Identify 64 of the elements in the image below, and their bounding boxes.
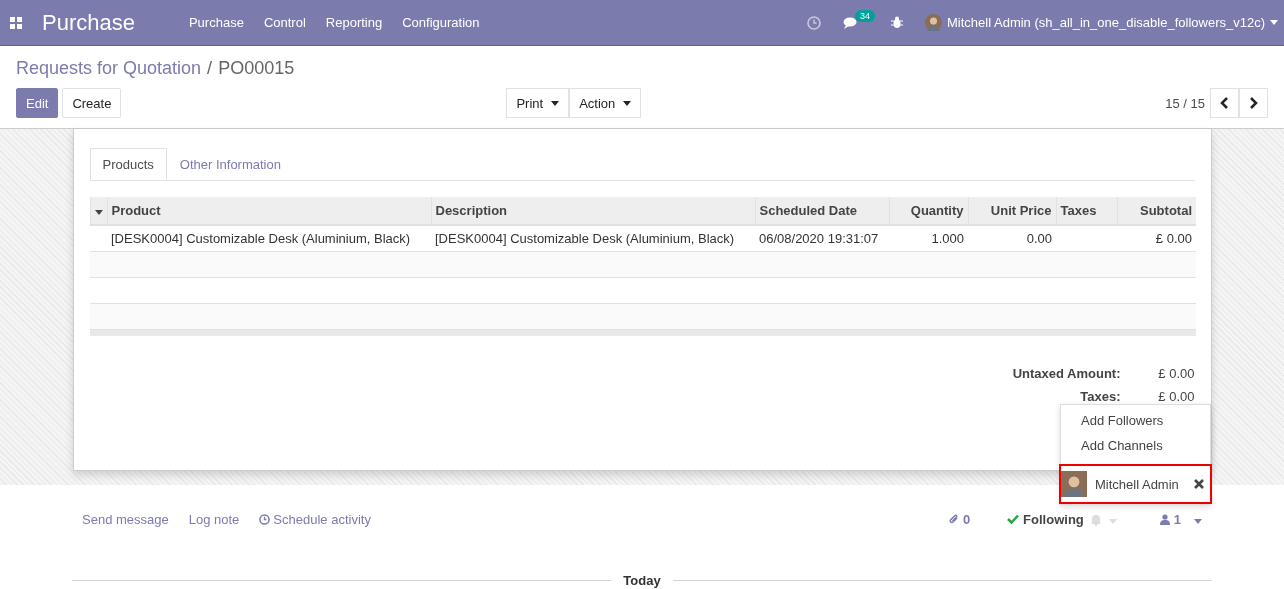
apps-menu-icon[interactable]: [10, 16, 22, 29]
menu-item[interactable]: Purchase: [178, 15, 254, 30]
paperclip-icon: [948, 513, 959, 525]
total-value: £ 0.00: [1157, 366, 1195, 381]
menu-item[interactable]: Reporting: [315, 15, 393, 30]
dropdown-button[interactable]: Action: [569, 88, 642, 118]
table-cell: £ 0.00: [1117, 225, 1196, 251]
dropdown-button[interactable]: Print: [506, 88, 570, 118]
table-cell: [DESK0004] Customizable Desk (Aluminium, Black): [107, 225, 431, 251]
attachments-button[interactable]: 0: [948, 511, 971, 527]
column-header[interactable]: Description: [431, 197, 755, 225]
caret-icon: [1108, 518, 1117, 524]
table-cell: 1.000: [889, 225, 968, 251]
column-header[interactable]: Subtotal: [1117, 197, 1196, 225]
user-menu[interactable]: Mitchell Admin (sh_all_in_one_disable_followers_v12c): [925, 14, 1278, 31]
column-header[interactable]: Taxes: [1056, 197, 1117, 225]
chevron-right-icon: [1249, 97, 1258, 109]
remove-icon[interactable]: [1194, 479, 1204, 489]
menu-item[interactable]: Configuration: [392, 15, 490, 30]
follower-name[interactable]: Mitchell Admin: [1095, 476, 1194, 492]
date-divider: Today: [622, 573, 662, 588]
caret-icon: [94, 210, 103, 215]
chevron-left-icon: [1220, 97, 1229, 109]
pager-value: 15 / 15: [1165, 95, 1205, 111]
bug-icon[interactable]: [891, 16, 904, 29]
column-header[interactable]: Unit Price: [968, 197, 1056, 225]
edit-button[interactable]: Edit: [16, 88, 59, 118]
chatter-link[interactable]: Schedule activity: [259, 511, 371, 527]
next-button[interactable]: [1239, 88, 1268, 118]
column-header[interactable]: Scheduled Date: [755, 197, 889, 225]
breadcrumb-current: PO00015: [218, 58, 295, 79]
column-header[interactable]: Quantity: [889, 197, 968, 225]
caret-icon: [1194, 518, 1202, 524]
create-button[interactable]: Create: [62, 88, 122, 118]
menu-item[interactable]: Add Channels: [1061, 433, 1210, 458]
total-label: Taxes:: [1079, 389, 1121, 404]
previous-button[interactable]: [1210, 88, 1239, 118]
tab[interactable]: Products: [89, 148, 167, 180]
menu-item[interactable]: Add Followers: [1061, 408, 1210, 433]
check-icon: [1007, 514, 1020, 524]
chatter-link[interactable]: Log note: [188, 511, 240, 527]
sort-handle-header[interactable]: [90, 197, 107, 225]
caret-icon: [623, 100, 632, 106]
menu-item[interactable]: Control: [253, 15, 316, 30]
caret-icon: [551, 100, 560, 106]
total-value: £ 0.00: [1157, 389, 1195, 404]
column-header[interactable]: Product: [107, 197, 431, 225]
table-cell: 06/08/2020 19:31:07: [755, 225, 889, 251]
followers-button[interactable]: 1: [1159, 511, 1181, 527]
person-icon: [1159, 513, 1170, 525]
total-label: Untaxed Amount:: [1012, 366, 1121, 381]
breadcrumb-link[interactable]: Requests for Quotation: [16, 58, 202, 79]
chatter-link[interactable]: Send message: [82, 511, 169, 527]
clock-icon[interactable]: [807, 15, 822, 30]
app-title: Purchase: [42, 9, 135, 36]
table-cell: [DESK0004] Customizable Desk (Aluminium, Black): [431, 225, 755, 251]
clock-icon: [259, 513, 271, 525]
caret-icon: [1270, 20, 1278, 25]
message-count-badge: 34: [855, 9, 876, 22]
following-button[interactable]: Following: [1007, 511, 1084, 527]
avatar: [925, 14, 943, 31]
table-cell: 0.00: [968, 225, 1056, 251]
avatar: [1061, 471, 1087, 497]
breadcrumb-separator: /: [207, 58, 213, 79]
